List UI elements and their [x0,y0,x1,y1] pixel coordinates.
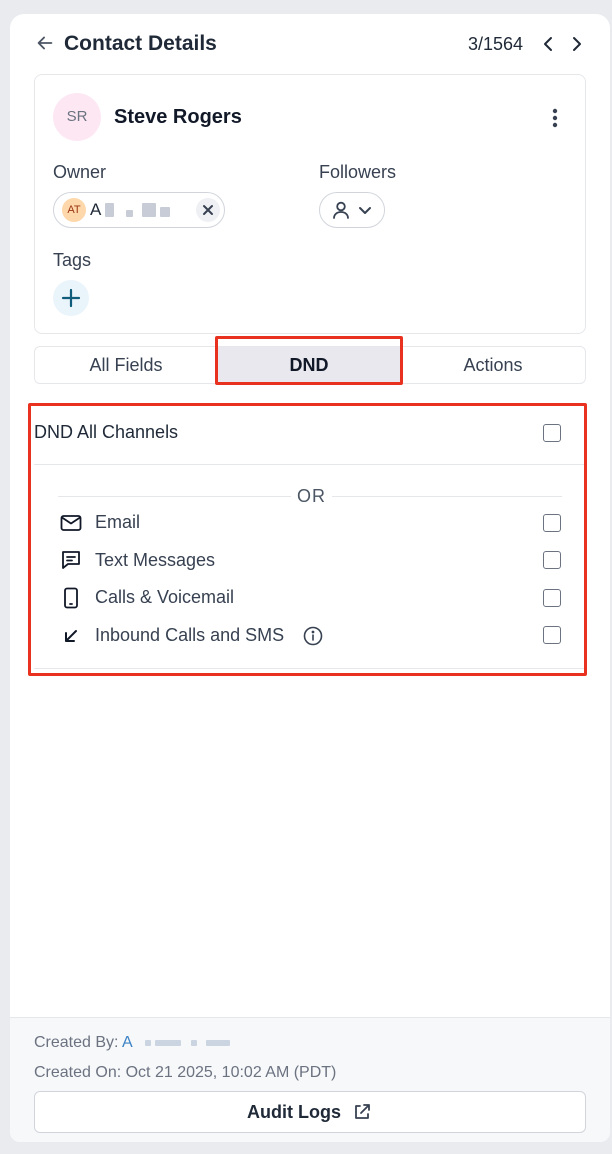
followers-dropdown[interactable] [319,192,385,228]
audit-logs-button[interactable]: Audit Logs [34,1091,586,1133]
panel-footer: Created By: A Created On: Oct 21 2025, 1… [10,1017,610,1142]
redacted-text [126,210,133,217]
redacted-text [142,203,156,217]
contact-details-panel: Contact Details 3/1564 SR Steve Rogers O… [10,14,610,1142]
created-on-label: Created On: [34,1064,122,1081]
redacted-text [105,203,114,217]
tab-actions[interactable]: Actions [401,347,585,383]
chevron-left-icon[interactable] [540,34,558,54]
contact-name: Steve Rogers [114,106,242,128]
created-on: Created On: Oct 21 2025, 10:02 AM (PDT) [34,1064,336,1082]
redacted-text [160,207,170,217]
redacted-text [145,1040,151,1046]
remove-owner-button[interactable] [196,198,220,222]
dnd-highlight-box [28,403,587,676]
created-by-value[interactable]: A [122,1034,133,1051]
tags-label: Tags [53,250,92,270]
chevron-right-icon[interactable] [567,34,585,54]
contact-avatar: SR [53,93,101,141]
chevron-down-icon [359,207,371,214]
external-link-icon [355,1104,370,1119]
page-title: Contact Details [64,32,217,55]
add-tag-button[interactable] [53,280,89,316]
panel-header: Contact Details 3/1564 [10,14,610,74]
created-by: Created By: A [34,1034,133,1052]
owner-avatar: AT [62,198,86,222]
owner-chip[interactable]: AT A [53,192,225,228]
tab-highlight-box [215,336,403,385]
created-by-label: Created By: [34,1034,119,1051]
owner-name: A [90,200,102,219]
arrow-left-icon[interactable] [34,32,56,54]
redacted-text [206,1040,230,1046]
owner-label: Owner [53,162,107,182]
record-position: 3/1564 [468,34,524,54]
redacted-text [191,1040,197,1046]
close-icon [203,205,213,215]
redacted-text [155,1040,181,1046]
contact-card: SR Steve Rogers Owner AT A Followers Tag… [34,74,586,334]
plus-icon [61,288,81,308]
audit-logs-label: Audit Logs [247,1102,341,1122]
tab-all-fields[interactable]: All Fields [35,347,217,383]
followers-label: Followers [319,162,397,182]
more-options-icon[interactable] [545,105,565,131]
user-icon [333,201,349,219]
created-on-value: Oct 21 2025, 10:02 AM (PDT) [125,1064,337,1081]
